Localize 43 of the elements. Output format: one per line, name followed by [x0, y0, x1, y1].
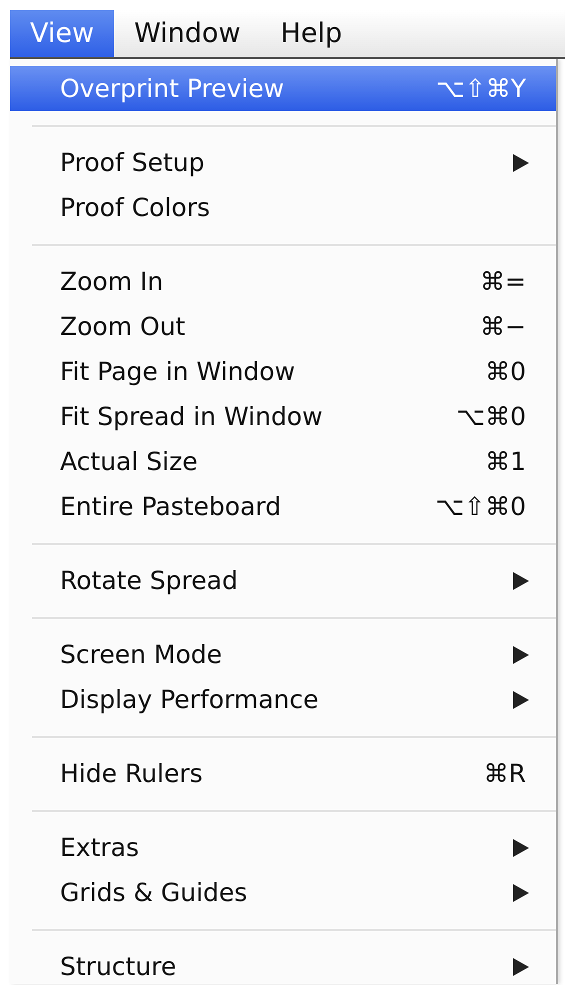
menu-item[interactable]: Overprint Preview ⌥⇧⌘Y	[10, 66, 556, 111]
shortcut-label: ⌘−	[480, 312, 526, 341]
menu-item-label: Rotate Spread	[60, 566, 239, 595]
menu-item[interactable]: Extras	[10, 825, 556, 870]
menu-item-label: Screen Mode	[60, 640, 224, 669]
menu-bar-item[interactable]: Help	[260, 10, 362, 57]
menu-item[interactable]: Fit Spread in Window ⌥⌘0	[10, 394, 556, 439]
menu-item-label: Proof Colors	[60, 193, 211, 222]
menu-item-label: Extras	[60, 833, 140, 862]
menu-item-label: Fit Page in Window	[60, 357, 296, 386]
menu-item-label: Structure	[60, 952, 178, 981]
menu-item[interactable]: Proof Colors	[10, 185, 556, 230]
menu-bar-item[interactable]: Window	[114, 10, 261, 57]
shortcut-label: ⌥⌘0	[456, 402, 526, 431]
menu-item-label: Entire Pasteboard	[60, 492, 282, 521]
shortcut-label: ⌘R	[484, 759, 526, 788]
menu-item[interactable]: Display Performance	[10, 677, 556, 722]
menu-item-label: Hide Rulers	[60, 759, 204, 788]
shortcut-label: ⌥⇧⌘Y	[436, 74, 526, 103]
menu-item-label: Display Performance	[60, 685, 320, 714]
menu-item-label: Zoom In	[60, 267, 164, 296]
menu-item[interactable]: Rotate Spread	[10, 558, 556, 603]
menu-item[interactable]: Fit Page in Window ⌘0	[10, 349, 556, 394]
menu-item[interactable]: Hide Rulers ⌘R	[10, 751, 556, 796]
shortcut-label: ⌘1	[485, 447, 526, 476]
menu-bar-item[interactable]: View	[10, 10, 114, 57]
menu-item[interactable]: Structure	[10, 944, 556, 985]
menu-item[interactable]: Grids & Guides	[10, 870, 556, 915]
menu-item[interactable]: Zoom Out ⌘−	[10, 304, 556, 349]
menu-item-label: Grids & Guides	[60, 878, 248, 907]
menu-item[interactable]: Zoom In ⌘=	[10, 259, 556, 304]
menu-item[interactable]: Proof Setup	[10, 140, 556, 185]
menu-item[interactable]: Screen Mode	[10, 632, 556, 677]
shortcut-label: ⌘=	[480, 267, 526, 296]
menu-item[interactable]: Entire Pasteboard ⌥⇧⌘0	[10, 484, 556, 529]
menu-item-label: Proof Setup	[60, 148, 206, 177]
menu-item-label: Overprint Preview	[60, 74, 286, 103]
menu-item-label: Actual Size	[60, 447, 199, 476]
shortcut-label: ⌥⇧⌘0	[435, 492, 526, 521]
shortcut-label: ⌘0	[485, 357, 526, 386]
menu-item-label: Fit Spread in Window	[60, 402, 324, 431]
menu-item[interactable]: Actual Size ⌘1	[10, 439, 556, 484]
menu-item-label: Zoom Out	[60, 312, 186, 341]
